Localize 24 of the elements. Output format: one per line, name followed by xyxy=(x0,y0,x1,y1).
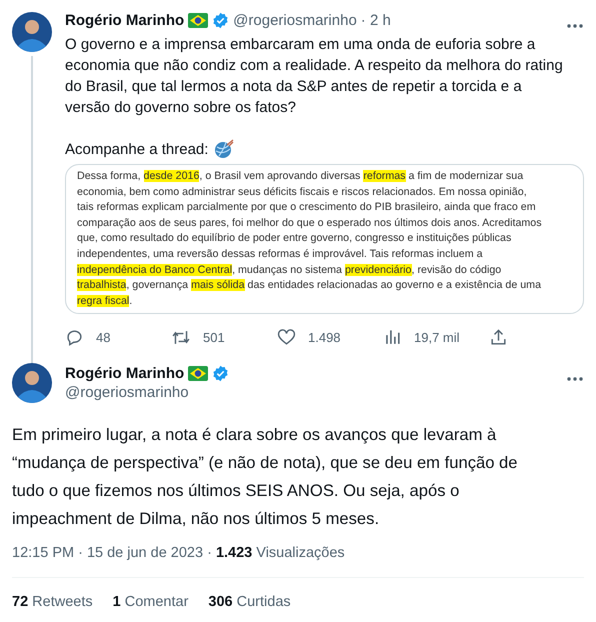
stat-link[interactable]: 72 Retweets xyxy=(12,594,93,610)
retweet-count: 501 xyxy=(203,330,225,346)
author-handle[interactable]: @rogeriosmarinho xyxy=(233,12,357,29)
tweet-text: Em primeiro lugar, a nota é clara sobre os avanços que levaram à “mudança de perspectiva” (e não de nota), que se deu em função de tudo o que fizemos nos últimos SEIS ANOS. Ou seja, após o impeachment de Dilma, não nos últimos 5 meses. xyxy=(12,424,519,530)
thread-note: Acompanhe a thread: xyxy=(65,140,208,158)
author-name[interactable]: Rogério Marinho xyxy=(65,365,184,382)
post-time[interactable]: · 2 h xyxy=(360,12,391,29)
avatar[interactable] xyxy=(12,363,52,404)
author-handle[interactable]: @rogeriosmarinho xyxy=(65,384,230,402)
more-icon[interactable] xyxy=(566,376,584,382)
reply-count: 48 xyxy=(96,330,110,346)
views-count: 19,7 mil xyxy=(414,330,460,346)
reply-icon[interactable] xyxy=(65,328,84,348)
more-icon[interactable] xyxy=(566,23,584,29)
author-name[interactable]: Rogério Marinho xyxy=(65,12,184,29)
stat-link[interactable]: 1 Comentar xyxy=(112,594,188,610)
avatar[interactable] xyxy=(12,12,52,52)
tweet-meta[interactable]: 12:15 PM · 15 de jun de 2023 · 1.423 Visualizações xyxy=(12,545,584,562)
tweet-text: O governo e a imprensa embarcaram em uma onda de euforia sobre a economia que não condiz com a realidade. A respeito da melhora do rating do Brasil, que tal lermos a nota da S&P antes de repetir a torcida e a versão do governo sobre os fatos? xyxy=(65,35,564,118)
yarn-icon xyxy=(214,139,234,159)
stat-link[interactable]: 306 Curtidas xyxy=(208,594,291,610)
flag-icon xyxy=(188,13,208,28)
flag-icon xyxy=(188,366,208,382)
like-count: 1.498 xyxy=(308,330,341,346)
